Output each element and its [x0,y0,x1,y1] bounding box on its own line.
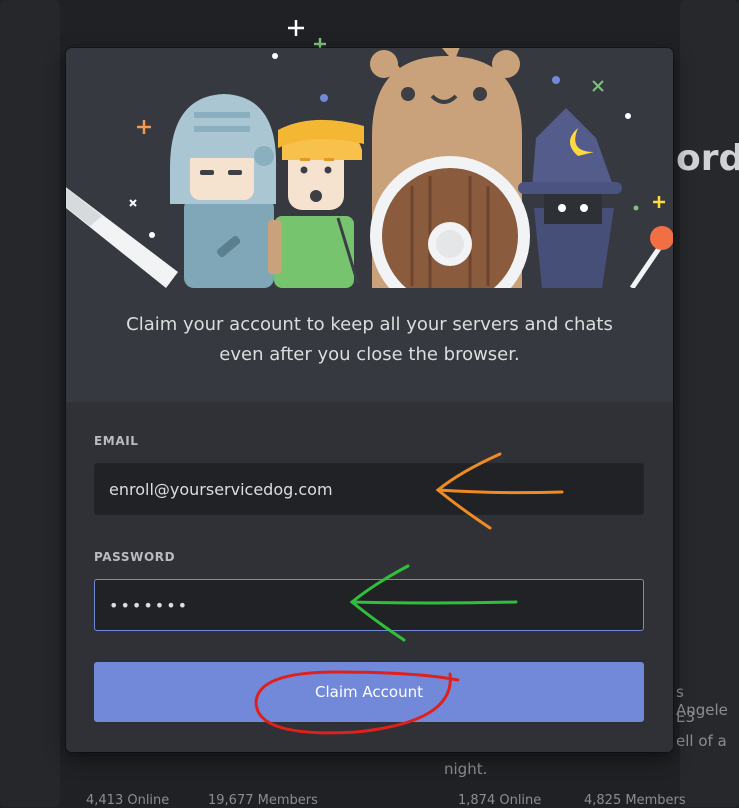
background-snippet: E3 [676,708,696,726]
background-card-left [0,0,60,807]
wizard-illustration [518,108,673,288]
email-input[interactable] [94,463,644,515]
subtitle-line: even after you close the browser. [219,344,520,365]
email-label: EMAIL [94,434,139,448]
background-online-count: 1,874 Online [458,793,542,808]
background-snippet: night. [444,760,488,778]
background-snippet: ell of a [676,732,727,750]
subtitle-line: Claim your account to keep all your serv… [126,314,613,335]
sword-illustration [66,187,178,288]
background-online-count: 4,413 Online [86,793,170,808]
password-input[interactable] [94,579,644,631]
elf-illustration [268,119,364,288]
background-member-count: 4,825 Members [584,793,686,808]
claim-account-button[interactable]: Claim Account [94,662,644,722]
password-label: PASSWORD [94,550,176,564]
claim-account-modal: Claim your account to keep all your serv… [66,48,673,752]
modal-subtitle: Claim your account to keep all your serv… [66,310,673,370]
background-member-count: 19,677 Members [208,793,318,808]
hero-illustration [66,48,673,288]
background-title-fragment: ord [676,138,739,179]
knight-illustration [170,94,277,288]
